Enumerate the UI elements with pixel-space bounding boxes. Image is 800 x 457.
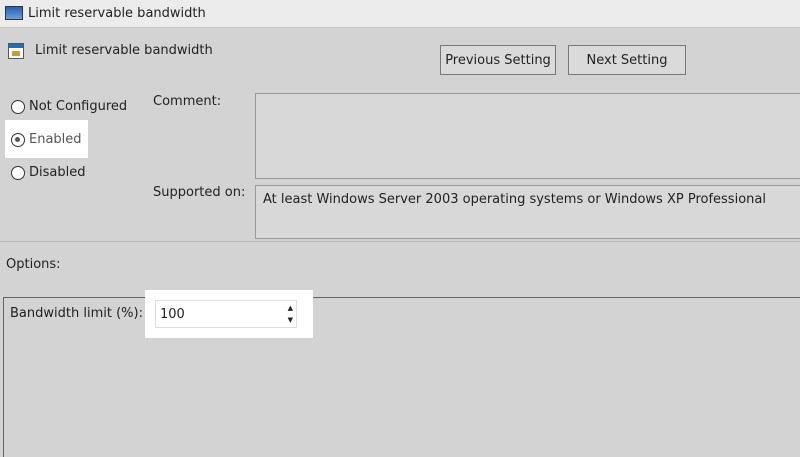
radio-not-configured[interactable]: Not Configured — [11, 99, 127, 114]
comment-textarea[interactable] — [255, 93, 800, 179]
options-label: Options: — [6, 257, 61, 272]
window-title: Limit reservable bandwidth — [28, 6, 206, 21]
divider — [0, 241, 800, 242]
spin-down-icon[interactable]: ▼ — [288, 314, 293, 326]
spin-up-icon[interactable]: ▲ — [288, 302, 293, 314]
policy-setting-icon — [8, 43, 24, 59]
title-bar: Limit reservable bandwidth — [0, 0, 800, 28]
radio-enabled[interactable]: Enabled — [11, 132, 82, 147]
bandwidth-limit-label: Bandwidth limit (%): — [10, 306, 143, 321]
radio-circle[interactable] — [11, 99, 25, 114]
bandwidth-limit-spinner[interactable]: 100 ▲ ▼ — [155, 300, 297, 328]
next-setting-button[interactable]: Next Setting — [568, 45, 686, 75]
supported-on-label: Supported on: — [153, 185, 246, 200]
bandwidth-limit-input[interactable]: 100 — [160, 307, 185, 322]
radio-circle[interactable] — [11, 165, 25, 180]
radio-label: Not Configured — [29, 99, 128, 114]
radio-circle-selected[interactable] — [11, 132, 25, 147]
setting-title: Limit reservable bandwidth — [35, 43, 213, 58]
radio-label: Disabled — [29, 165, 86, 180]
app-icon — [5, 6, 23, 20]
supported-on-field: At least Windows Server 2003 operating s… — [255, 185, 800, 239]
options-panel — [3, 297, 800, 457]
comment-label: Comment: — [153, 94, 222, 109]
previous-setting-button[interactable]: Previous Setting — [440, 45, 556, 75]
radio-disabled[interactable]: Disabled — [11, 165, 85, 180]
radio-label: Enabled — [29, 132, 82, 147]
